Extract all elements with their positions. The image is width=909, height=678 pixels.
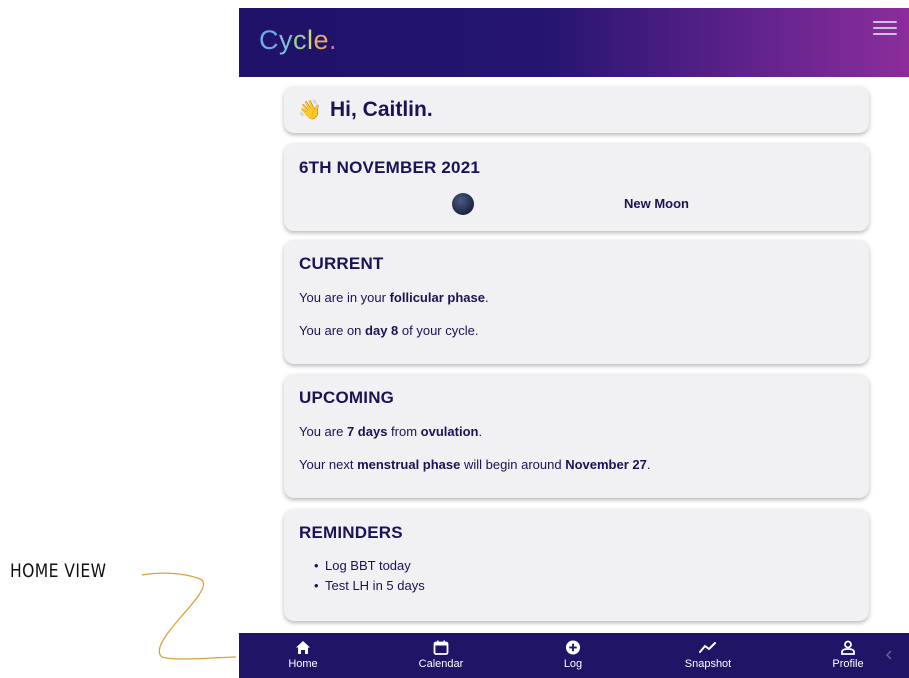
nav-item-label: Snapshot bbox=[684, 658, 732, 670]
reminders-title: REMINDERS bbox=[299, 523, 403, 542]
reminders-card: REMINDERS Log BBT today Test LH in 5 day… bbox=[284, 509, 869, 621]
home-icon bbox=[296, 641, 310, 654]
bottom-nav: Home Calendar Log Snapshot Profile bbox=[239, 633, 909, 678]
plus-circle-icon bbox=[565, 640, 581, 655]
trend-icon bbox=[699, 642, 716, 653]
logo-letter: C bbox=[259, 25, 279, 55]
app-screen: Cycle. 👋 Hi, Caitlin. 6TH NOVEMBER 2021 … bbox=[239, 8, 909, 678]
nav-item-profile[interactable]: Profile bbox=[808, 633, 888, 678]
logo-letter: e bbox=[313, 25, 330, 55]
list-item: Test LH in 5 days bbox=[314, 576, 425, 596]
waving-hand-icon: 👋 bbox=[298, 100, 322, 121]
logo-letter: c bbox=[293, 25, 307, 55]
current-card: CURRENT You are in your follicular phase… bbox=[284, 240, 869, 364]
logo-letter: . bbox=[329, 25, 338, 55]
current-day-text: You are on day 8 of your cycle. bbox=[299, 323, 479, 338]
app-logo: Cycle. bbox=[259, 25, 337, 56]
nav-item-label: Calendar bbox=[418, 658, 464, 670]
current-phase-text: You are in your follicular phase. bbox=[299, 290, 489, 305]
nav-item-snapshot[interactable]: Snapshot bbox=[668, 633, 748, 678]
nav-item-label: Home bbox=[288, 658, 318, 670]
upcoming-title: UPCOMING bbox=[299, 388, 395, 407]
nav-item-log[interactable]: Log bbox=[533, 633, 613, 678]
greeting-text: Hi, Caitlin. bbox=[330, 98, 433, 121]
current-title: CURRENT bbox=[299, 254, 384, 273]
reminders-list: Log BBT today Test LH in 5 days bbox=[314, 556, 425, 596]
nav-item-label: Profile bbox=[832, 658, 864, 670]
greeting-card: 👋 Hi, Caitlin. bbox=[284, 86, 869, 133]
annotation-label: HOME VIEW bbox=[10, 560, 107, 582]
upcoming-card: UPCOMING You are 7 days from ovulation. … bbox=[284, 374, 869, 498]
date-title: 6TH NOVEMBER 2021 bbox=[299, 158, 481, 177]
nav-item-home[interactable]: Home bbox=[263, 633, 343, 678]
scroll-chevron-icon bbox=[885, 650, 892, 660]
hamburger-icon[interactable] bbox=[873, 21, 897, 35]
moon-icon bbox=[452, 193, 474, 215]
nav-item-label: Log bbox=[563, 658, 583, 670]
logo-letter: y bbox=[279, 25, 293, 55]
upcoming-ovulation-text: You are 7 days from ovulation. bbox=[299, 424, 483, 439]
nav-item-calendar[interactable]: Calendar bbox=[401, 633, 481, 678]
calendar-icon bbox=[433, 640, 449, 655]
date-card: 6TH NOVEMBER 2021 New Moon bbox=[284, 143, 869, 231]
moon-phase-label: New Moon bbox=[624, 196, 689, 211]
list-item: Log BBT today bbox=[314, 556, 425, 576]
upcoming-menstrual-text: Your next menstrual phase will begin aro… bbox=[299, 457, 651, 472]
app-header: Cycle. bbox=[239, 8, 909, 77]
person-icon bbox=[841, 640, 855, 655]
